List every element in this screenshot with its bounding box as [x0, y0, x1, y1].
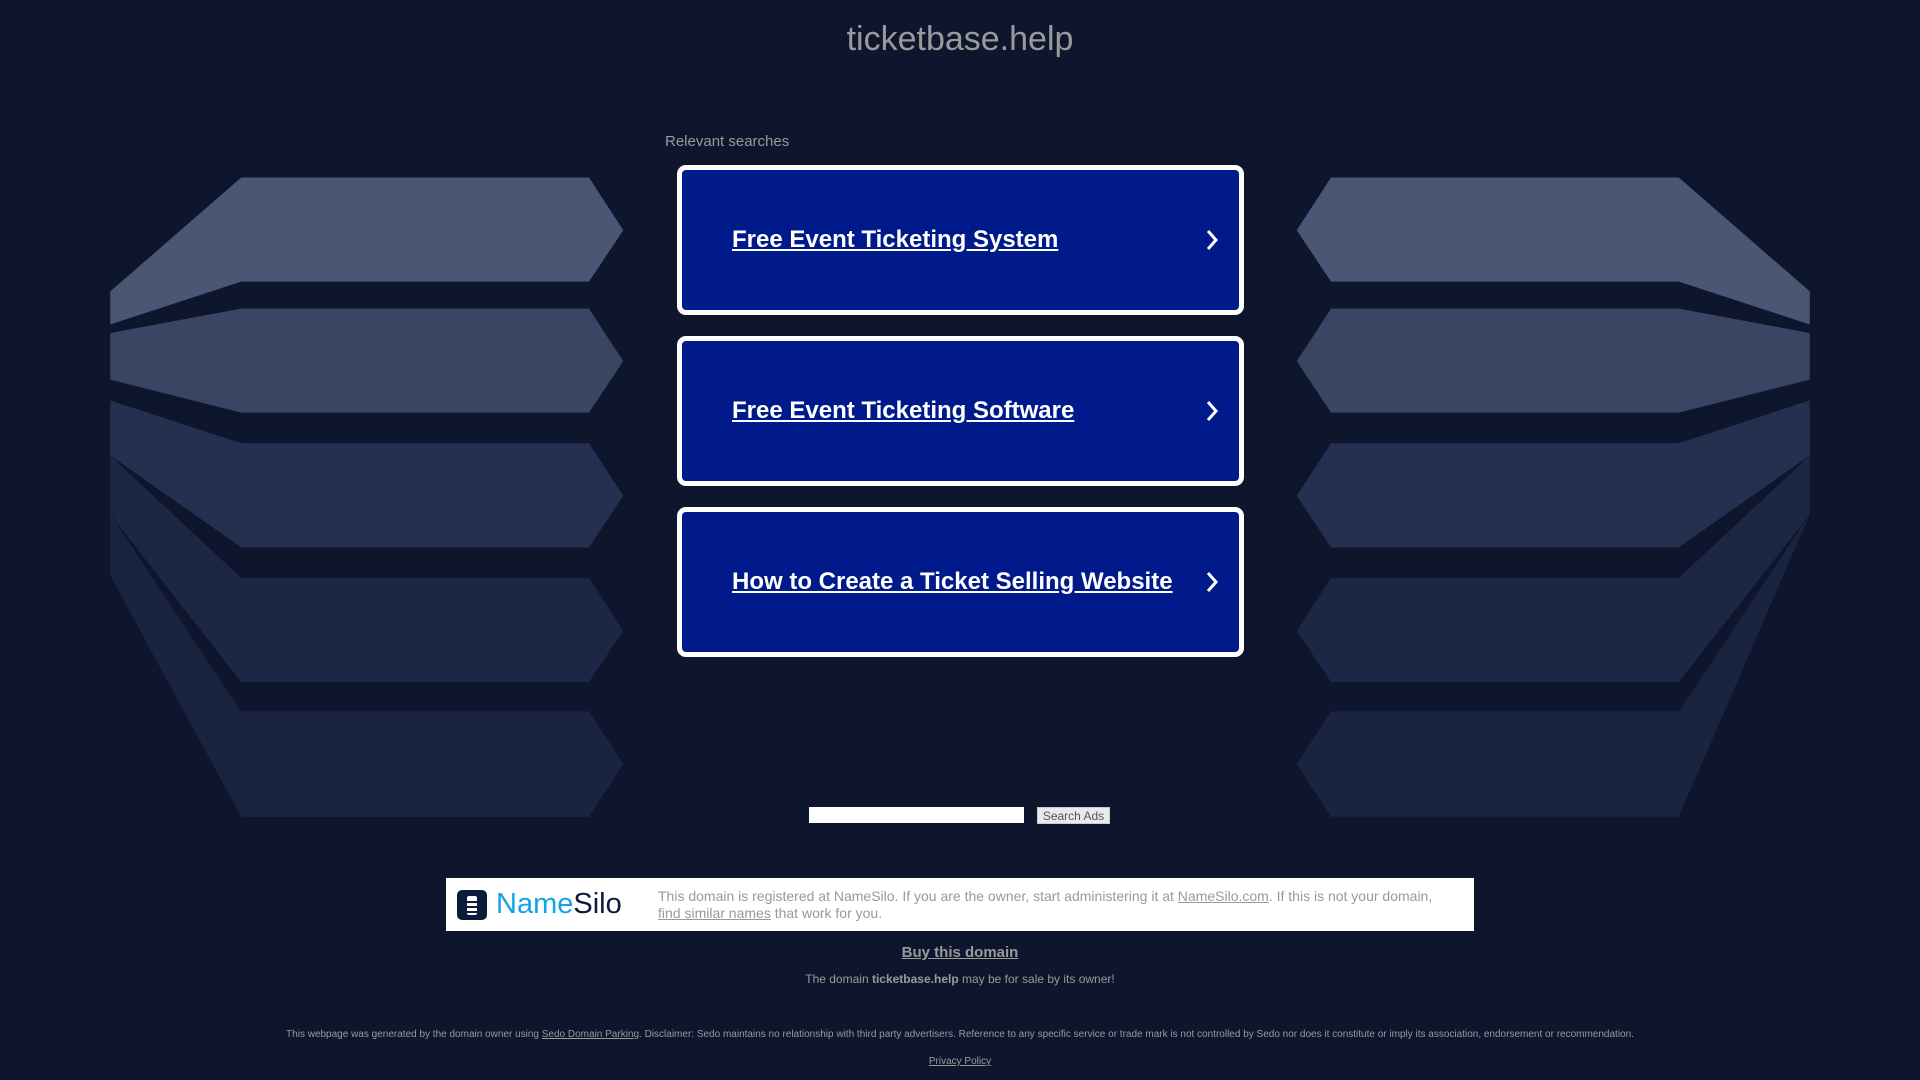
search-ads-button[interactable]: Search Ads: [1037, 807, 1110, 824]
ad-link-0[interactable]: Free Event Ticketing System: [677, 165, 1244, 315]
ad-link-1[interactable]: Free Event Ticketing Software: [677, 336, 1244, 486]
ad-link-label: Free Event Ticketing System: [732, 226, 1059, 253]
for-sale-text: The domain ticketbase.help may be for sa…: [805, 972, 1115, 986]
disclaimer-text: This webpage was generated by the domain…: [286, 1029, 1634, 1040]
namesilo-banner: NameSilo This domain is registered at Na…: [446, 878, 1474, 931]
namesilo-logo[interactable]: NameSilo: [456, 888, 646, 921]
find-similar-names-link[interactable]: find similar names: [658, 905, 771, 921]
ad-link-2[interactable]: How to Create a Ticket Selling Website: [677, 507, 1244, 657]
relevant-searches-label: Relevant searches: [665, 133, 790, 150]
chevron-right-icon: [1206, 572, 1219, 592]
chevron-right-icon: [1206, 401, 1219, 421]
namesilo-wordmark: NameSilo: [496, 888, 622, 920]
privacy-policy-link[interactable]: Privacy Policy: [929, 1056, 991, 1067]
ad-link-label: How to Create a Ticket Selling Website: [732, 568, 1173, 595]
page-title: ticketbase.help: [846, 20, 1074, 58]
ad-link-label: Free Event Ticketing Software: [732, 397, 1075, 424]
chevron-right-icon: [1206, 230, 1219, 250]
buy-domain-link[interactable]: Buy this domain: [902, 944, 1019, 961]
sedo-parking-link[interactable]: Sedo Domain Parking: [542, 1029, 639, 1040]
namesilo-link[interactable]: NameSilo.com: [1178, 888, 1269, 904]
namesilo-logo-icon: [457, 889, 487, 920]
namesilo-text: This domain is registered at NameSilo. I…: [658, 887, 1433, 921]
search-input[interactable]: [809, 807, 1024, 823]
